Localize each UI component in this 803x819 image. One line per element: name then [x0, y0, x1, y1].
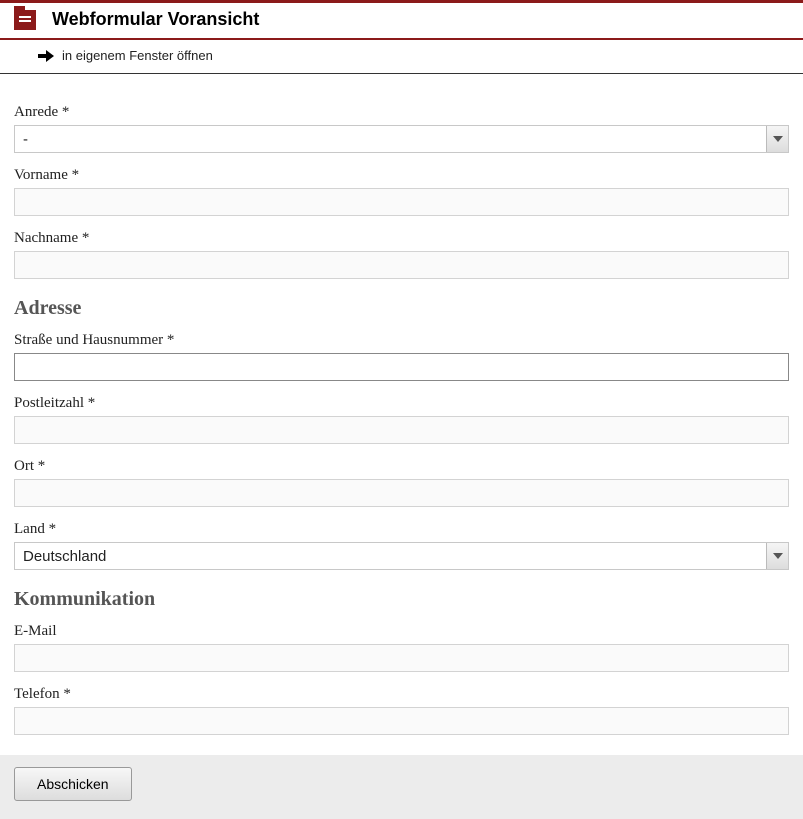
field-telefon: Telefon * [14, 686, 789, 735]
field-vorname: Vorname * [14, 167, 789, 216]
submit-area: Abschicken [0, 755, 803, 819]
label-plz: Postleitzahl * [14, 395, 789, 412]
input-strasse[interactable] [14, 353, 789, 381]
field-plz: Postleitzahl * [14, 395, 789, 444]
chevron-down-icon [766, 126, 788, 152]
field-ort: Ort * [14, 458, 789, 507]
select-land[interactable]: Deutschland [14, 542, 789, 570]
label-strasse: Straße und Hausnummer * [14, 332, 789, 349]
label-nachname: Nachname * [14, 230, 789, 247]
label-land: Land * [14, 521, 789, 538]
field-strasse: Straße und Hausnummer * [14, 332, 789, 381]
label-ort: Ort * [14, 458, 789, 475]
sub-toolbar: in eigenem Fenster öffnen [0, 40, 803, 74]
form-container: Anrede * - Vorname * Nachname * Adresse … [0, 74, 803, 735]
arrow-right-icon [38, 50, 54, 62]
page-header: Webformular Voransicht [0, 3, 803, 40]
input-ort[interactable] [14, 479, 789, 507]
input-plz[interactable] [14, 416, 789, 444]
label-email: E-Mail [14, 623, 789, 640]
form-icon [14, 10, 36, 30]
select-anrede-value: - [15, 126, 766, 152]
field-anrede: Anrede * - [14, 104, 789, 153]
section-header-adresse: Adresse [14, 297, 789, 320]
input-nachname[interactable] [14, 251, 789, 279]
input-telefon[interactable] [14, 707, 789, 735]
submit-button[interactable]: Abschicken [14, 767, 132, 801]
label-telefon: Telefon * [14, 686, 789, 703]
select-anrede[interactable]: - [14, 125, 789, 153]
section-header-kommunikation: Kommunikation [14, 588, 789, 611]
label-vorname: Vorname * [14, 167, 789, 184]
input-vorname[interactable] [14, 188, 789, 216]
label-anrede: Anrede * [14, 104, 789, 121]
select-land-value: Deutschland [15, 543, 766, 569]
field-land: Land * Deutschland [14, 521, 789, 570]
field-nachname: Nachname * [14, 230, 789, 279]
page-title: Webformular Voransicht [52, 9, 259, 30]
open-new-window-link[interactable]: in eigenem Fenster öffnen [62, 48, 213, 63]
chevron-down-icon [766, 543, 788, 569]
input-email[interactable] [14, 644, 789, 672]
field-email: E-Mail [14, 623, 789, 672]
